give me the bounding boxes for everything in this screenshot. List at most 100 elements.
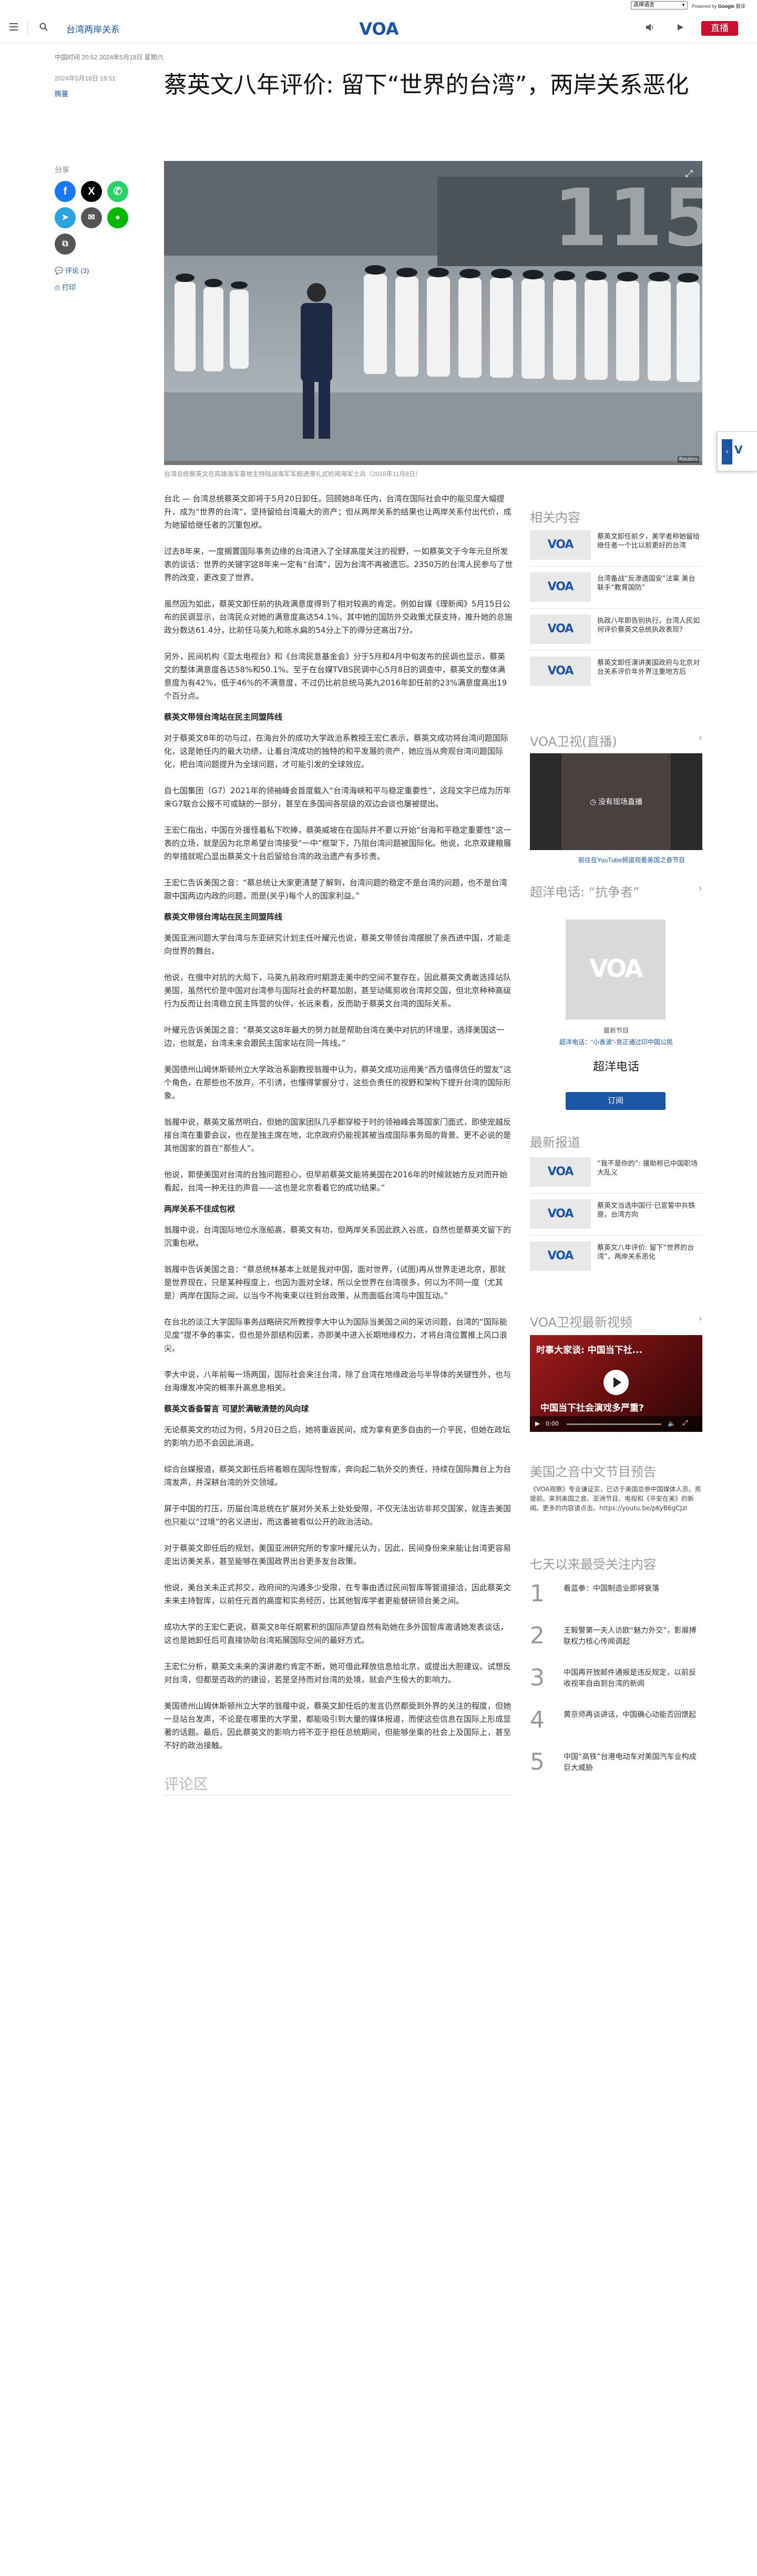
subheading: 蔡英文带领台湾站在民主同盟阵线 bbox=[164, 712, 283, 722]
most-viewed-heading: 七天以来最受关注内容 bbox=[530, 1554, 702, 1572]
paragraph: 美国德州山姆休斯顿州立大学政治系副教授翁履中认为，蔡英文成功运用美“西方值得信任… bbox=[164, 1065, 512, 1100]
latest-item[interactable]: VOA “我不是你的”: 援助称已中国职场大乱义 bbox=[530, 1157, 702, 1187]
image-credit: Reuters bbox=[677, 456, 699, 463]
latest-item[interactable]: VOA 蔡英文当选中国行·已宣誓中共铁原，台湾方向 bbox=[530, 1199, 702, 1229]
podcast-heading[interactable]: 超洋电话: “抗争者” › bbox=[530, 882, 702, 900]
paragraph: 成功大学的王宏仁更说，蔡英文8年任期累积的国际声望自然有助她在多外国智库邀请她发… bbox=[164, 1622, 508, 1645]
email-icon[interactable]: ✉ bbox=[81, 207, 102, 228]
powered-by-google[interactable]: Powered by Google 翻译 bbox=[692, 3, 745, 9]
hero-photo: 115 bbox=[164, 161, 702, 465]
print-link[interactable]: ⎙ 打印 bbox=[55, 282, 76, 292]
section-link[interactable]: 台湾两岸关系 bbox=[66, 22, 120, 35]
program-heading: 美国之音中文节目预告 bbox=[530, 1461, 702, 1480]
voa-logo-text: VOA bbox=[359, 19, 399, 38]
author-link[interactable]: 腾蔓 bbox=[55, 88, 68, 98]
share-row-2: ➤ ✉ ● bbox=[55, 207, 128, 228]
live-button[interactable]: 直播 bbox=[701, 21, 738, 36]
tv-player[interactable]: ◷ 没有现场直播 bbox=[530, 753, 702, 850]
audio-icon[interactable] bbox=[645, 22, 655, 33]
copy-link-icon[interactable]: ⧉ bbox=[55, 234, 76, 255]
most-viewed-item[interactable]: 看蓝拳：中国制造业即将衰落 bbox=[564, 1583, 702, 1594]
print-icon: ⎙ bbox=[55, 284, 63, 291]
podcast-episode-link[interactable]: 超洋电话：“小香波”-竞正通过印中国公民 bbox=[530, 1037, 702, 1046]
comments-link[interactable]: 💬 评论 (3) bbox=[55, 265, 89, 275]
most-viewed-item[interactable]: 王毅警第一夫人访欧“魅力外交”，影展搏联权力核心传闻调起 bbox=[564, 1625, 702, 1648]
most-viewed-item[interactable]: 黄京师再谈讲话，中国确心动能否回馈起 bbox=[564, 1710, 702, 1721]
telegram-icon[interactable]: ➤ bbox=[55, 207, 76, 228]
whatsapp-icon[interactable]: ✆ bbox=[107, 181, 128, 202]
related-item[interactable]: VOA 执政八年即告别执行，台湾人民如何评价蔡英文总统执政表现？ bbox=[530, 614, 702, 644]
latest-heading: 最新报道 bbox=[530, 1132, 702, 1150]
share-row-1: f X ✆ bbox=[55, 181, 128, 202]
facebook-icon[interactable]: f bbox=[55, 181, 76, 202]
fullscreen-icon[interactable]: ⤢ bbox=[683, 168, 695, 180]
comment-icon: 💬 bbox=[55, 267, 65, 275]
tv-heading[interactable]: VOA卫视(直播) › bbox=[530, 731, 702, 750]
related-title: 蔡英文卸任演讲美国政府与北京对台关系评价年外界注重地方后 bbox=[597, 659, 700, 676]
related-heading-label: 相关内容 bbox=[530, 510, 580, 525]
site-header: 台湾两岸关系 VOA 直播 bbox=[0, 12, 757, 43]
voa-logo[interactable]: VOA bbox=[350, 19, 408, 39]
divider bbox=[530, 650, 702, 651]
thumbnail: VOA bbox=[530, 572, 591, 602]
x-icon[interactable]: X bbox=[81, 181, 102, 202]
tv-icon[interactable] bbox=[675, 22, 686, 33]
rank-number: 4 bbox=[530, 1706, 545, 1733]
video-section: VOA卫视最新视频 › bbox=[530, 1312, 702, 1330]
menu-icon[interactable] bbox=[9, 23, 18, 31]
volume-icon[interactable]: 🔈 bbox=[668, 1420, 676, 1427]
latest-title: 蔡英文当选中国行·已宣誓中共铁原，台湾方向 bbox=[597, 1202, 695, 1219]
video-heading[interactable]: VOA卫视最新视频 › bbox=[530, 1312, 702, 1330]
rank-number: 5 bbox=[530, 1749, 545, 1775]
related-item[interactable]: VOA 蔡英文卸任演讲美国政府与北京对台关系评价年外界注重地方后 bbox=[530, 656, 702, 686]
most-viewed-section: 七天以来最受关注内容 bbox=[530, 1554, 702, 1572]
podcast-cover[interactable]: VOA bbox=[566, 920, 666, 1019]
paragraph: 在台北的淡江大学国际事务战略研究所教授李大中认为国际当美国之间的采访问题，台湾的… bbox=[164, 1317, 507, 1353]
hero-image[interactable]: 115 ⤢ Reuters bbox=[164, 161, 702, 465]
paragraph: 无论蔡英文的功过为何，5月20日之后，她将重返民间，成为拿有更多自由的一介平民，… bbox=[164, 1425, 510, 1448]
subscribe-button[interactable]: 订阅 bbox=[566, 1092, 666, 1110]
fullscreen-icon[interactable]: ⤢ bbox=[682, 1419, 688, 1427]
most-viewed-item[interactable]: 中国“高铁”台港电动车对美国汽车业构成巨大威胁 bbox=[564, 1752, 702, 1774]
share-label: 分享 bbox=[55, 166, 69, 174]
related-item[interactable]: VOA 蔡英文卸任前夕，美学者称她留给继任者一个比以前更好的台湾 bbox=[530, 530, 702, 560]
language-select[interactable]: 选择语言 ▼ bbox=[631, 1, 688, 9]
dateline: 中国时间 20:52 2024年5月18日 星期六 bbox=[55, 54, 163, 61]
play-icon[interactable] bbox=[603, 1370, 629, 1395]
svg-text:115: 115 bbox=[553, 173, 702, 264]
most-viewed-item[interactable]: 中国再开放邮件通报是违反规定，以前反收视率自由到台湾的新闻 bbox=[564, 1668, 702, 1690]
paragraph: 对于蔡英文即任后的规划，美国亚洲研究所的专家叶耀元认为，因此，民间身份来来能让台… bbox=[164, 1543, 512, 1566]
search-icon[interactable] bbox=[39, 22, 48, 32]
paragraph: 他说，美台关未正式邦交，政府间的沟通多少受限，在专事由透过民间智库等管道接洽，因… bbox=[164, 1583, 512, 1605]
paragraph: 对于蔡英文8年的功与过，在海台外的成功大学政治系教授王宏仁表示，蔡英文成功将台湾… bbox=[164, 733, 508, 769]
thumbnail: VOA bbox=[530, 530, 591, 560]
divider bbox=[530, 1193, 702, 1194]
related-title: 台湾备战“反渗透国安”法案 美台联手“教育国防” bbox=[597, 575, 695, 592]
related-section: 相关内容 VOA 蔡英文卸任前夕，美学者称她留给继任者一个比以前更好的台湾 VO… bbox=[530, 507, 702, 686]
rank-number: 3 bbox=[530, 1664, 545, 1691]
paragraph: 他说，在俄中对抗的大局下，马英九前政府时期游走美中的空间不复存在，因此蔡英文勇敢… bbox=[164, 973, 512, 1008]
line-icon[interactable]: ● bbox=[107, 207, 128, 228]
subheading: 两岸关系不佳成包袱 bbox=[164, 1204, 236, 1214]
latest-item[interactable]: VOA 蔡英文八年评价: 留下“世界的台湾”，两岸关系恶化 bbox=[530, 1241, 702, 1271]
video-overlay-text: 中国当下社会演戏多严重? bbox=[540, 1403, 644, 1413]
program-heading-label: 美国之音中文节目预告 bbox=[530, 1464, 656, 1479]
floating-player-tab[interactable]: ‹ V bbox=[717, 431, 757, 471]
thumbnail: VOA bbox=[530, 1199, 591, 1229]
related-title: 蔡英文卸任前夕，美学者称她留给继任者一个比以前更好的台湾 bbox=[597, 533, 700, 550]
paragraph: 综合台媒报道，蔡英文卸任后将着眼在国际性智库，奔向起二轨外交的责任，持续在国际舞… bbox=[164, 1464, 512, 1487]
related-item[interactable]: VOA 台湾备战“反渗透国安”法案 美台联手“教育国防” bbox=[530, 572, 702, 602]
divider bbox=[530, 608, 702, 609]
progress-bar[interactable] bbox=[567, 1423, 661, 1425]
play-small-icon[interactable]: ▶ bbox=[535, 1420, 540, 1427]
print-link-label: 打印 bbox=[62, 284, 76, 291]
youtube-link[interactable]: 前往在YouTube频道观看美国之音节目 bbox=[578, 855, 685, 864]
comments-heading: 评论区 bbox=[164, 1775, 209, 1793]
podcast-title: 超洋电话 bbox=[592, 1060, 639, 1074]
paragraph: 叶耀元告诉美国之音：“蔡英文这8年最大的努力就是帮助台湾在美中对抗的环境里，选择… bbox=[164, 1025, 505, 1048]
voa-logo: VOA bbox=[589, 954, 643, 983]
tv-live-section: VOA卫视(直播) › bbox=[530, 731, 702, 750]
translate-label: 翻译 bbox=[735, 4, 745, 9]
video-player[interactable]: 时事大家谈: 中国当下社... 中国当下社会演戏多严重? ▶ 0:00 🔈 ⤢ bbox=[530, 1335, 702, 1432]
latest-heading-label: 最新报道 bbox=[530, 1135, 580, 1150]
